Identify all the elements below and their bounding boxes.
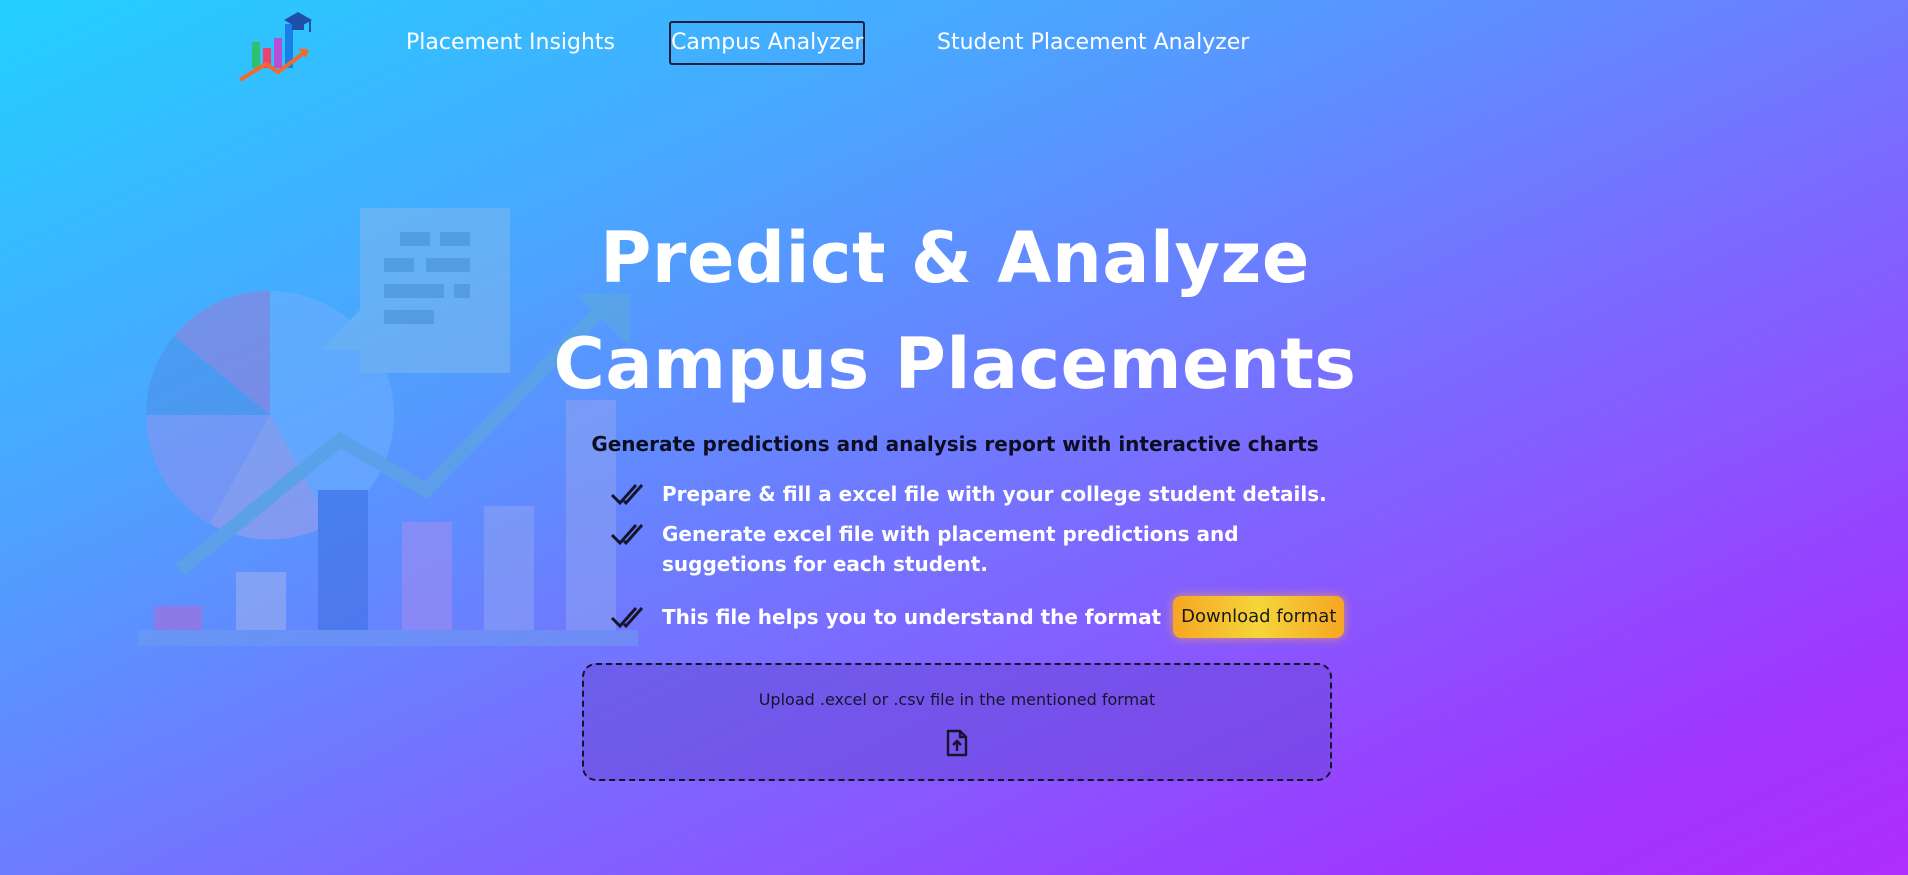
feature-item: This file helps you to understand the fo… bbox=[610, 596, 1345, 638]
feature-text: This file helps you to understand the fo… bbox=[662, 605, 1162, 629]
feature-item: Prepare & fill a excel file with your co… bbox=[610, 479, 1327, 509]
upload-label: Upload .excel or .csv file in the mentio… bbox=[758, 690, 1156, 709]
double-check-icon bbox=[610, 484, 644, 506]
headline-line-2: Campus Placements bbox=[553, 323, 1357, 405]
nav-placement-insights[interactable]: Placement Insights bbox=[406, 26, 615, 60]
file-upload-dropzone[interactable]: Upload .excel or .csv file in the mentio… bbox=[582, 663, 1332, 781]
headline-line-1: Predict & Analyze bbox=[600, 217, 1310, 299]
double-check-icon bbox=[610, 607, 644, 629]
feature-text: Generate excel file with placement predi… bbox=[662, 522, 1239, 576]
double-check-icon bbox=[610, 524, 644, 546]
nav-campus-analyzer[interactable]: Campus Analyzer bbox=[669, 21, 865, 65]
page-title: Predict & Analyze Campus Placements bbox=[540, 205, 1370, 417]
feature-text: Prepare & fill a excel file with your co… bbox=[662, 482, 1327, 506]
logo-icon[interactable] bbox=[236, 8, 316, 84]
download-format-button[interactable]: Download format bbox=[1173, 596, 1345, 638]
feature-item: Generate excel file with placement predi… bbox=[610, 519, 1310, 579]
subheading: Generate predictions and analysis report… bbox=[591, 432, 1319, 456]
nav-student-placement-analyzer[interactable]: Student Placement Analyzer bbox=[937, 26, 1249, 60]
file-upload-icon[interactable] bbox=[945, 729, 969, 757]
